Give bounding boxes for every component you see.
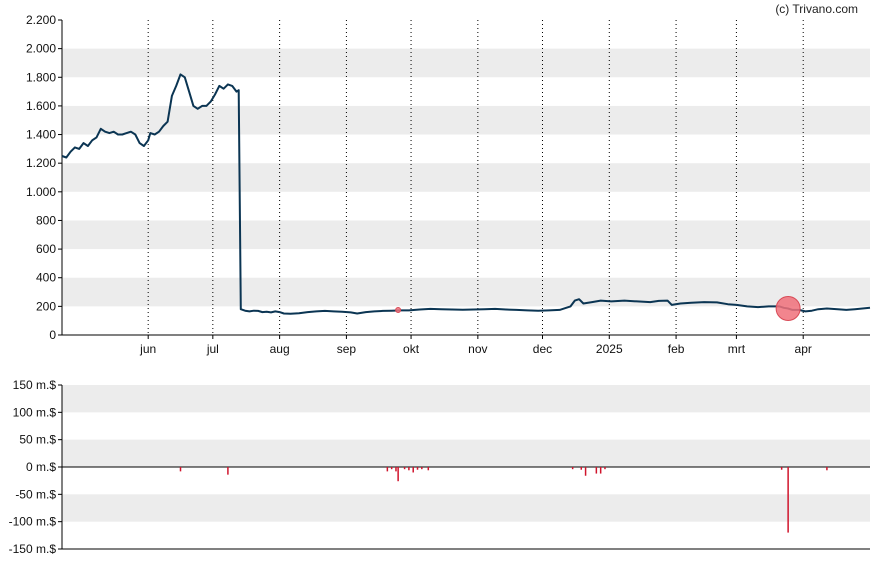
- price-chart-panel: jun jul aug sep okt nov dec 2025 feb mrt apr 0 200 40…: [26, 13, 871, 356]
- x-tick-label-nov: nov: [468, 342, 487, 356]
- flow-bar: [787, 467, 789, 533]
- x-tick-label-jul: jul: [206, 342, 219, 356]
- x-tick-label-mrt: mrt: [728, 342, 746, 356]
- flow-bar: [403, 467, 406, 470]
- grid-band: [62, 163, 870, 192]
- flow-bar: [584, 467, 587, 476]
- x-tick-label-sep: sep: [337, 342, 357, 356]
- y-tick-label: 1.000: [26, 185, 56, 199]
- y-tick-label: 800: [36, 213, 56, 227]
- x-tick-label-okt: okt: [403, 342, 420, 356]
- y-tick-label: 100 m.$: [13, 405, 57, 419]
- grid-band: [62, 385, 870, 413]
- flow-bar: [780, 467, 783, 470]
- flow-bar: [408, 467, 410, 471]
- flow-bar: [599, 467, 602, 474]
- event-marker: [395, 306, 402, 313]
- y-tick-label: -150 m.$: [9, 542, 57, 556]
- y-tick-label: 2.000: [26, 42, 56, 56]
- credit-label: (c) Trivano.com: [775, 2, 858, 16]
- y-tick-label: 1.800: [26, 70, 56, 84]
- grid-band: [62, 277, 870, 307]
- grid-band: [62, 494, 870, 522]
- x-tick-label-feb: feb: [668, 342, 685, 356]
- x-tick-label-2025: 2025: [596, 342, 623, 356]
- y-tick-label: 50 m.$: [19, 433, 56, 447]
- grid-band: [62, 105, 870, 135]
- y-tick-label: 1.400: [26, 128, 56, 142]
- flow-bar: [227, 467, 229, 475]
- stock-chart: (c) Trivano.com jun jul aug sep okt nov dec 202…: [0, 0, 888, 565]
- y-tick-label: -100 m.$: [9, 515, 57, 529]
- flow-bar: [604, 467, 606, 470]
- flow-bar: [395, 467, 397, 472]
- flow-bar: [421, 467, 423, 470]
- y-tick-label: 0: [49, 328, 56, 342]
- flow-bar: [179, 467, 182, 472]
- x-tick-label-dec: dec: [533, 342, 552, 356]
- x-tick-label-apr: apr: [795, 342, 812, 356]
- flow-bar: [412, 467, 414, 473]
- chart-svg: jun jul aug sep okt nov dec 2025 feb mrt apr 0 200 40…: [9, 13, 871, 556]
- grid-band: [62, 439, 870, 467]
- flow-bar: [427, 467, 430, 471]
- flow-bar: [390, 467, 393, 470]
- flow-bar: [397, 467, 399, 482]
- flow-bar: [386, 467, 389, 472]
- flow-bar: [571, 467, 574, 470]
- y-tick-label: 0 m.$: [26, 460, 56, 474]
- y-tick-label: 600: [36, 242, 56, 256]
- flow-bar: [580, 467, 583, 470]
- y-tick-label: 2.200: [26, 13, 56, 27]
- y-tick-label: 150 m.$: [13, 378, 57, 392]
- flow-bar: [416, 467, 419, 470]
- grid-band: [62, 48, 870, 78]
- y-tick-label: 200: [36, 299, 56, 313]
- y-tick-label: 400: [36, 271, 56, 285]
- flow-bar: [595, 467, 598, 474]
- grid-band: [62, 220, 870, 250]
- y-tick-label: 1.600: [26, 99, 56, 113]
- x-tick-label-jun: jun: [139, 342, 156, 356]
- y-tick-label: -50 m.$: [15, 487, 56, 501]
- x-tick-label-aug: aug: [270, 342, 290, 356]
- flow-bar: [826, 467, 828, 471]
- flow-chart-panel: -150 m.$ -100 m.$ -50 m.$ 0 m.$ 50 m.$ 100 m.…: [9, 378, 870, 556]
- event-marker: [775, 296, 801, 322]
- y-tick-label: 1.200: [26, 156, 56, 170]
